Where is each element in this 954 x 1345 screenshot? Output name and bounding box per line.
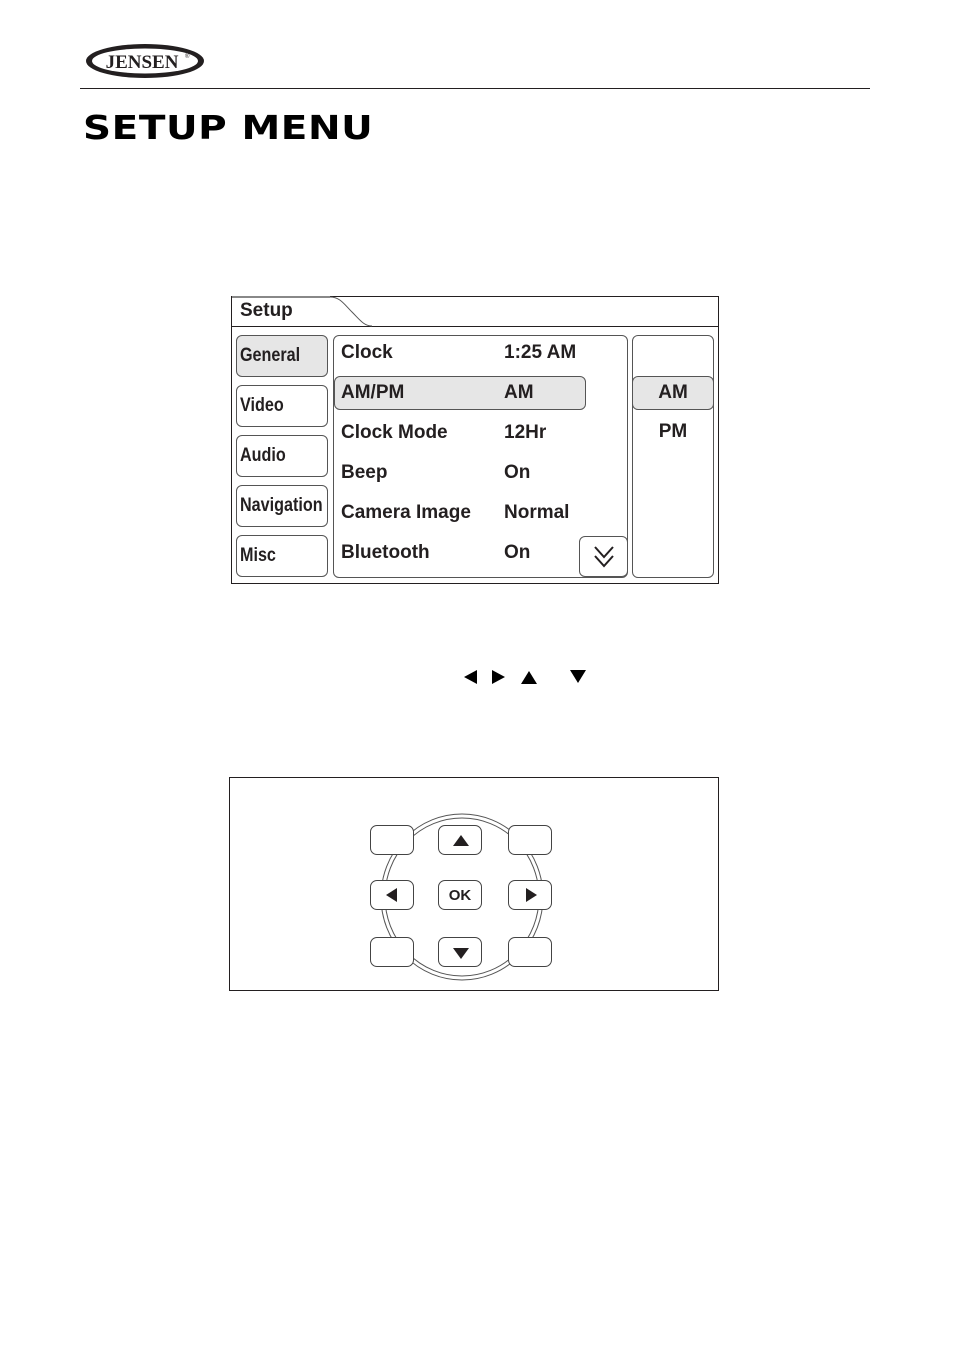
category-label: Navigation <box>240 495 323 516</box>
pad-top-left-button[interactable] <box>370 825 414 855</box>
header-rule <box>80 88 870 89</box>
setting-label: Clock Mode <box>341 422 448 443</box>
setting-row-clock[interactable]: Clock 1:25 AM <box>334 336 586 370</box>
option-label: AM <box>658 382 688 403</box>
logo-oval-icon: JENSEN ® <box>86 44 204 78</box>
pad-ok-button[interactable]: OK <box>438 880 482 910</box>
category-misc[interactable]: Misc <box>236 535 328 577</box>
setup-screen-figure: Setup General Video Audio Navigation Mis… <box>231 296 719 584</box>
inline-arrow-glyphs <box>464 668 594 686</box>
setup-header: Setup <box>232 296 718 327</box>
category-audio[interactable]: Audio <box>236 435 328 477</box>
pad-left-button[interactable] <box>370 880 414 910</box>
option-am[interactable]: AM <box>632 376 714 410</box>
setting-value: 12Hr <box>504 422 547 443</box>
scroll-down-button[interactable] <box>579 536 628 577</box>
down-arrow-icon <box>453 948 469 959</box>
pad-down-button[interactable] <box>438 937 482 967</box>
left-arrow-icon <box>386 888 397 902</box>
brand-text: JENSEN <box>106 52 179 73</box>
setting-value: AM <box>504 382 534 403</box>
settings-list: Clock 1:25 AM AM/PM AM Clock Mode 12Hr B… <box>333 335 628 578</box>
setting-label: Camera Image <box>341 502 471 523</box>
pad-bottom-left-button[interactable] <box>370 937 414 967</box>
pad-up-button[interactable] <box>438 825 482 855</box>
setting-label: Clock <box>341 342 393 363</box>
jensen-logo: JENSEN ® <box>84 42 206 80</box>
setting-value: On <box>504 462 531 483</box>
category-label: Audio <box>240 445 286 466</box>
left-arrow-icon <box>464 670 477 684</box>
setting-value: 1:25 AM <box>504 342 577 363</box>
setting-label: Beep <box>341 462 388 483</box>
registered-mark: ® <box>185 53 190 60</box>
setting-row-bluetooth[interactable]: Bluetooth On <box>334 536 586 570</box>
setup-tab-title: Setup <box>240 300 293 321</box>
page-title: SETUP MENU <box>83 108 374 147</box>
category-label: Misc <box>240 545 276 566</box>
setting-value: On <box>504 542 531 563</box>
setting-row-camera-image[interactable]: Camera Image Normal <box>334 496 586 530</box>
right-arrow-icon <box>492 670 505 684</box>
setting-row-clock-mode[interactable]: Clock Mode 12Hr <box>334 416 586 450</box>
pad-right-button[interactable] <box>508 880 552 910</box>
tab-shape <box>232 296 373 327</box>
setting-label: Bluetooth <box>341 542 430 563</box>
setting-row-beep[interactable]: Beep On <box>334 456 586 490</box>
option-label: PM <box>658 421 688 442</box>
category-video[interactable]: Video <box>236 385 328 427</box>
category-label: Video <box>240 395 284 416</box>
up-arrow-icon <box>521 671 537 684</box>
ok-label: OK <box>448 887 472 904</box>
remote-pad-figure: OK <box>229 777 719 991</box>
double-chevron-down-icon <box>594 546 614 568</box>
right-arrow-icon <box>526 888 537 902</box>
setting-label: AM/PM <box>341 382 405 403</box>
category-general[interactable]: General <box>236 335 328 377</box>
options-list: AM PM <box>632 335 714 578</box>
category-navigation[interactable]: Navigation <box>236 485 328 527</box>
down-arrow-icon <box>570 670 586 683</box>
setting-row-am-pm[interactable]: AM/PM AM <box>334 376 586 410</box>
up-arrow-icon <box>453 835 469 846</box>
pad-top-right-button[interactable] <box>508 825 552 855</box>
setting-value: Normal <box>504 502 570 523</box>
category-label: General <box>240 345 301 366</box>
pad-bottom-right-button[interactable] <box>508 937 552 967</box>
option-pm[interactable]: PM <box>632 416 714 450</box>
